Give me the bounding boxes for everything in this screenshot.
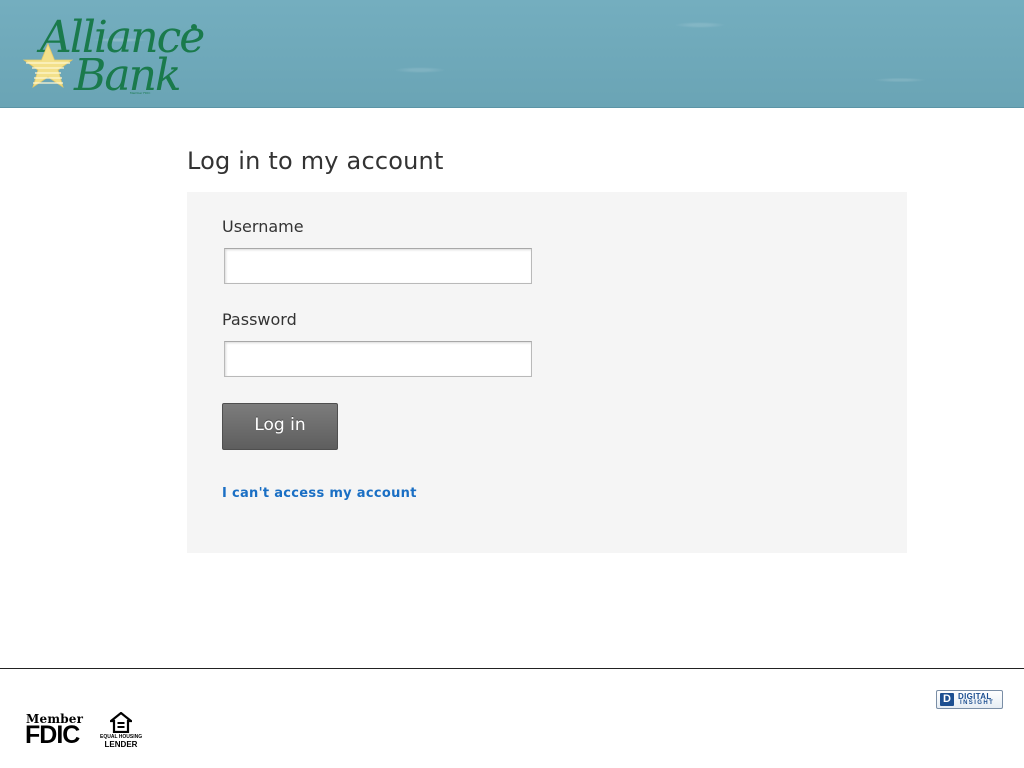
registered-mark bbox=[191, 24, 197, 30]
username-input[interactable] bbox=[224, 248, 532, 284]
alliance-bank-logo[interactable]: Alliance Bank Member FDIC bbox=[20, 10, 210, 100]
equal-housing-icon bbox=[110, 712, 132, 733]
login-button[interactable]: Log in bbox=[222, 403, 338, 450]
lender-text: LENDER bbox=[104, 740, 138, 749]
fdic-logo[interactable]: Member FDIC bbox=[25, 712, 93, 748]
password-label: Password bbox=[222, 310, 297, 329]
digital-insight-badge[interactable]: D DIGITAL INSIGHT bbox=[936, 690, 1003, 709]
footer-divider bbox=[0, 668, 1024, 669]
page-title: Log in to my account bbox=[187, 147, 444, 175]
equal-housing-lender-logo[interactable]: EQUAL HOUSING LENDER bbox=[100, 712, 142, 750]
logo-word-bank: Bank bbox=[73, 50, 180, 100]
login-panel: Username Password Log in I can't access … bbox=[187, 192, 907, 553]
logo-graphic: Alliance Bank Member FDIC bbox=[22, 12, 206, 100]
fdic-text: FDIC bbox=[25, 721, 80, 749]
digital-insight-icon: D bbox=[940, 693, 954, 706]
password-input[interactable] bbox=[224, 341, 532, 377]
username-label: Username bbox=[222, 217, 304, 236]
site-header: Alliance Bank Member FDIC bbox=[0, 0, 1024, 108]
cant-access-account-link[interactable]: I can't access my account bbox=[222, 486, 417, 501]
digital-insight-line2: INSIGHT bbox=[960, 700, 995, 706]
logo-member-text: Member FDIC bbox=[130, 91, 150, 95]
